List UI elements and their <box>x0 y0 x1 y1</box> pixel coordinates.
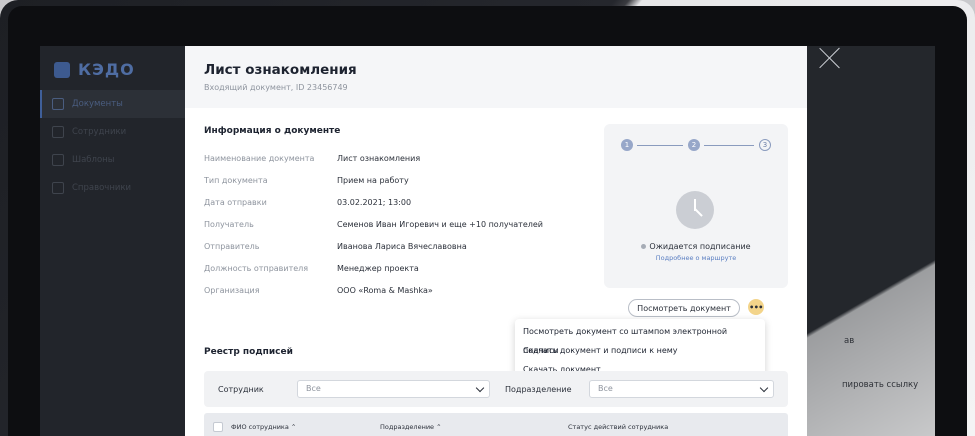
info-section-title: Информация о документе <box>204 126 341 136</box>
info-row: Получатель Семенов Иван Игоревич и еще +… <box>204 220 543 229</box>
info-row: Наименование документа Лист ознакомления <box>204 154 420 163</box>
info-label: Наименование документа <box>204 154 315 163</box>
template-icon <box>52 154 64 166</box>
info-label: Организация <box>204 286 260 295</box>
route-step-line <box>637 145 683 146</box>
column-header-name[interactable]: ФИО сотрудника ⌃ <box>231 423 296 431</box>
info-row: Дата отправки 03.02.2021; 13:00 <box>204 198 411 207</box>
info-value: 03.02.2021; 13:00 <box>337 198 412 207</box>
info-row: Отправитель Иванова Лариса Вячеславовна <box>204 242 467 251</box>
sidebar-nav: Документы Сотрудники Шаблоны Справочники <box>40 90 185 202</box>
table-header: ФИО сотрудника ⌃ Подразделение ⌃ Статус … <box>204 413 788 436</box>
employee-filter-label: Сотрудник <box>218 385 264 394</box>
sidebar-item-label: Документы <box>72 99 123 109</box>
sidebar-item-label: Справочники <box>72 183 132 193</box>
copy-link-text[interactable]: пировать ссылку <box>842 380 918 390</box>
menu-item-view-with-stamp[interactable]: Посмотреть документ со штампом электронн… <box>515 322 765 355</box>
modal-title: Лист ознакомления <box>204 62 357 78</box>
modal-subtitle: Входящий документ, ID 23456749 <box>204 83 348 92</box>
info-row: Организация ООО «Roma & Mashka» <box>204 286 433 295</box>
info-label: Тип документа <box>204 176 268 185</box>
employee-filter-select[interactable]: Все <box>297 380 490 398</box>
chevron-down-icon <box>475 383 485 393</box>
info-value: Лист ознакомления <box>337 154 421 163</box>
sidebar-item-documents[interactable]: Документы <box>40 90 185 118</box>
sidebar-item-employees[interactable]: Сотрудники <box>40 118 185 146</box>
route-details-link[interactable]: Подробнее о маршруте <box>604 254 788 262</box>
route-step: 2 <box>688 139 700 151</box>
logo-icon <box>54 61 70 78</box>
clock-icon <box>676 191 714 229</box>
select-all-checkbox[interactable] <box>213 422 223 432</box>
filter-bar: Сотрудник Все Подразделение Все <box>204 371 788 407</box>
info-value: Иванова Лариса Вячеславовна <box>337 242 467 251</box>
screen: КЭДО Документы Сотрудники Шаблоны Справо… <box>40 46 935 436</box>
background-overlay <box>807 46 935 436</box>
column-header-status: Статус действий сотрудника <box>568 423 669 431</box>
status-dot-icon <box>641 244 647 249</box>
chevron-down-icon <box>759 383 769 393</box>
route-status: Ожидается подписание <box>604 242 788 251</box>
employees-icon <box>52 126 64 138</box>
info-label: Отправитель <box>204 242 260 251</box>
info-row: Тип документа Прием на работу <box>204 176 409 185</box>
info-value: ООО «Roma & Mashka» <box>337 286 433 295</box>
modal-header: Лист ознакомления Входящий документ, ID … <box>185 46 807 108</box>
route-step: 3 <box>759 139 771 151</box>
info-row: Должность отправителя Менеджер проекта <box>204 264 419 273</box>
info-label: Получатель <box>204 220 254 229</box>
reference-icon <box>52 182 64 194</box>
app-sidebar: КЭДО Документы Сотрудники Шаблоны Справо… <box>40 46 185 436</box>
route-step-line <box>704 145 754 146</box>
info-label: Дата отправки <box>204 198 267 207</box>
column-header-department[interactable]: Подразделение ⌃ <box>380 423 442 431</box>
device-frame: КЭДО Документы Сотрудники Шаблоны Справо… <box>0 0 975 436</box>
more-icon[interactable]: ••• <box>748 299 764 315</box>
document-icon <box>52 98 64 110</box>
sidebar-item-label: Шаблоны <box>72 155 115 165</box>
sidebar-item-templates[interactable]: Шаблоны <box>40 146 185 174</box>
info-value: Менеджер проекта <box>337 264 419 273</box>
route-step: 1 <box>621 139 633 151</box>
info-value: Прием на работу <box>337 176 409 185</box>
registry-section-title: Реестр подписей <box>204 347 293 357</box>
close-icon[interactable] <box>818 46 842 70</box>
menu-item-download-with-signatures[interactable]: Скачать документ и подписи к нему <box>515 341 765 360</box>
info-value[interactable]: Семенов Иван Игоревич и еще +10 получате… <box>337 220 543 229</box>
app-logo[interactable]: КЭДО <box>54 60 135 79</box>
logo-text: КЭДО <box>78 60 135 79</box>
document-modal: Лист ознакомления Входящий документ, ID … <box>185 46 807 436</box>
view-document-button[interactable]: Посмотреть документ <box>628 299 740 317</box>
department-filter-label: Подразделение <box>505 385 572 394</box>
route-card: 1 2 3 Ожидается подписание Подробнее о м… <box>604 124 788 288</box>
background-label: ав <box>844 336 855 346</box>
sidebar-item-references[interactable]: Справочники <box>40 174 185 202</box>
info-label: Должность отправителя <box>204 264 309 273</box>
department-filter-select[interactable]: Все <box>589 380 774 398</box>
sidebar-item-label: Сотрудники <box>72 127 127 137</box>
